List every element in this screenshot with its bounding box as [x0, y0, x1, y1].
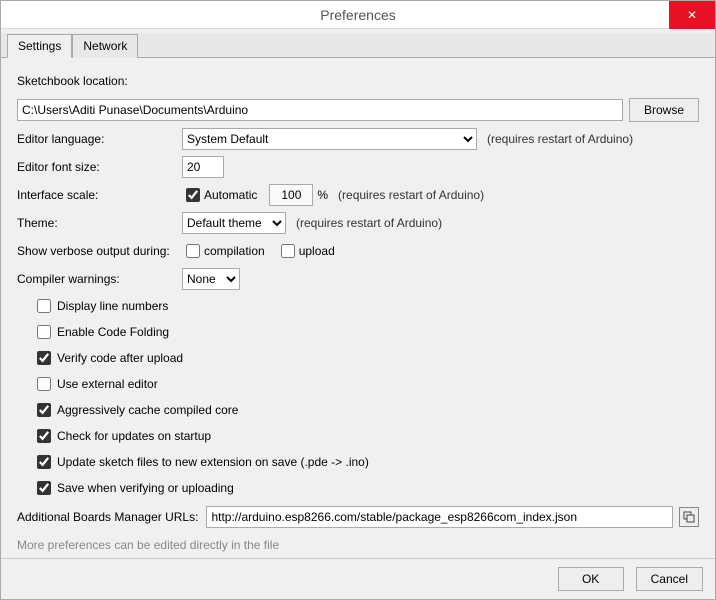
close-icon: ✕	[687, 8, 697, 22]
cancel-button[interactable]: Cancel	[636, 567, 703, 591]
footnote-1: More preferences can be edited directly …	[17, 538, 279, 552]
tab-settings[interactable]: Settings	[7, 34, 72, 58]
tabs: Settings Network	[1, 33, 715, 58]
theme-label: Theme:	[17, 216, 182, 230]
sketchbook-label: Sketchbook location:	[17, 74, 128, 88]
option-checkbox-1[interactable]	[37, 325, 51, 339]
close-button[interactable]: ✕	[669, 1, 715, 29]
option-6[interactable]: Update sketch files to new extension on …	[17, 452, 699, 472]
compiler-warnings-label: Compiler warnings:	[17, 272, 182, 286]
sketchbook-path-input[interactable]	[17, 99, 623, 121]
option-5[interactable]: Check for updates on startup	[17, 426, 699, 446]
option-label-0: Display line numbers	[57, 299, 168, 313]
editor-font-size-label: Editor font size:	[17, 160, 182, 174]
boards-url-edit-button[interactable]	[679, 507, 699, 527]
option-label-7: Save when verifying or uploading	[57, 481, 234, 495]
compilation-checkbox[interactable]	[186, 244, 200, 258]
theme-select[interactable]: Default theme	[182, 212, 286, 234]
titlebar: Preferences ✕	[1, 1, 715, 29]
option-0[interactable]: Display line numbers	[17, 296, 699, 316]
option-2[interactable]: Verify code after upload	[17, 348, 699, 368]
checkbox-list: Display line numbers Enable Code Folding V…	[17, 296, 699, 498]
theme-hint: (requires restart of Arduino)	[296, 216, 442, 230]
verbose-compilation[interactable]: compilation	[182, 241, 265, 261]
preferences-window: Preferences ✕ Settings Network Sketchboo…	[0, 0, 716, 600]
upload-checkbox[interactable]	[281, 244, 295, 258]
option-checkbox-4[interactable]	[37, 403, 51, 417]
option-label-6: Update sketch files to new extension on …	[57, 455, 369, 469]
option-7[interactable]: Save when verifying or uploading	[17, 478, 699, 498]
option-checkbox-3[interactable]	[37, 377, 51, 391]
option-checkbox-7[interactable]	[37, 481, 51, 495]
option-label-2: Verify code after upload	[57, 351, 183, 365]
window-icon	[683, 511, 695, 523]
interface-scale-label: Interface scale:	[17, 188, 182, 202]
editor-language-hint: (requires restart of Arduino)	[487, 132, 633, 146]
automatic-checkbox[interactable]	[186, 188, 200, 202]
ok-button[interactable]: OK	[558, 567, 624, 591]
percent-suffix: %	[317, 188, 328, 202]
dialog-footer: OK Cancel	[1, 558, 715, 599]
option-label-3: Use external editor	[57, 377, 158, 391]
tab-network[interactable]: Network	[72, 34, 138, 58]
option-label-1: Enable Code Folding	[57, 325, 169, 339]
option-checkbox-6[interactable]	[37, 455, 51, 469]
boards-url-input[interactable]	[206, 506, 673, 528]
window-title: Preferences	[320, 7, 395, 23]
option-checkbox-0[interactable]	[37, 299, 51, 313]
option-3[interactable]: Use external editor	[17, 374, 699, 394]
interface-scale-hint: (requires restart of Arduino)	[338, 188, 484, 202]
editor-language-label: Editor language:	[17, 132, 182, 146]
boards-url-label: Additional Boards Manager URLs:	[17, 510, 198, 524]
option-4[interactable]: Aggressively cache compiled core	[17, 400, 699, 420]
verbose-label: Show verbose output during:	[17, 244, 182, 258]
interface-scale-automatic[interactable]: Automatic	[182, 185, 257, 205]
interface-scale-value[interactable]	[269, 184, 313, 206]
option-label-4: Aggressively cache compiled core	[57, 403, 238, 417]
option-label-5: Check for updates on startup	[57, 429, 211, 443]
editor-language-select[interactable]: System Default	[182, 128, 477, 150]
settings-panel: Sketchbook location: Browse Editor langu…	[1, 58, 715, 558]
option-checkbox-5[interactable]	[37, 429, 51, 443]
browse-button[interactable]: Browse	[629, 98, 699, 122]
compiler-warnings-select[interactable]: None	[182, 268, 240, 290]
option-checkbox-2[interactable]	[37, 351, 51, 365]
editor-font-size-input[interactable]	[182, 156, 224, 178]
verbose-upload[interactable]: upload	[277, 241, 335, 261]
option-1[interactable]: Enable Code Folding	[17, 322, 699, 342]
